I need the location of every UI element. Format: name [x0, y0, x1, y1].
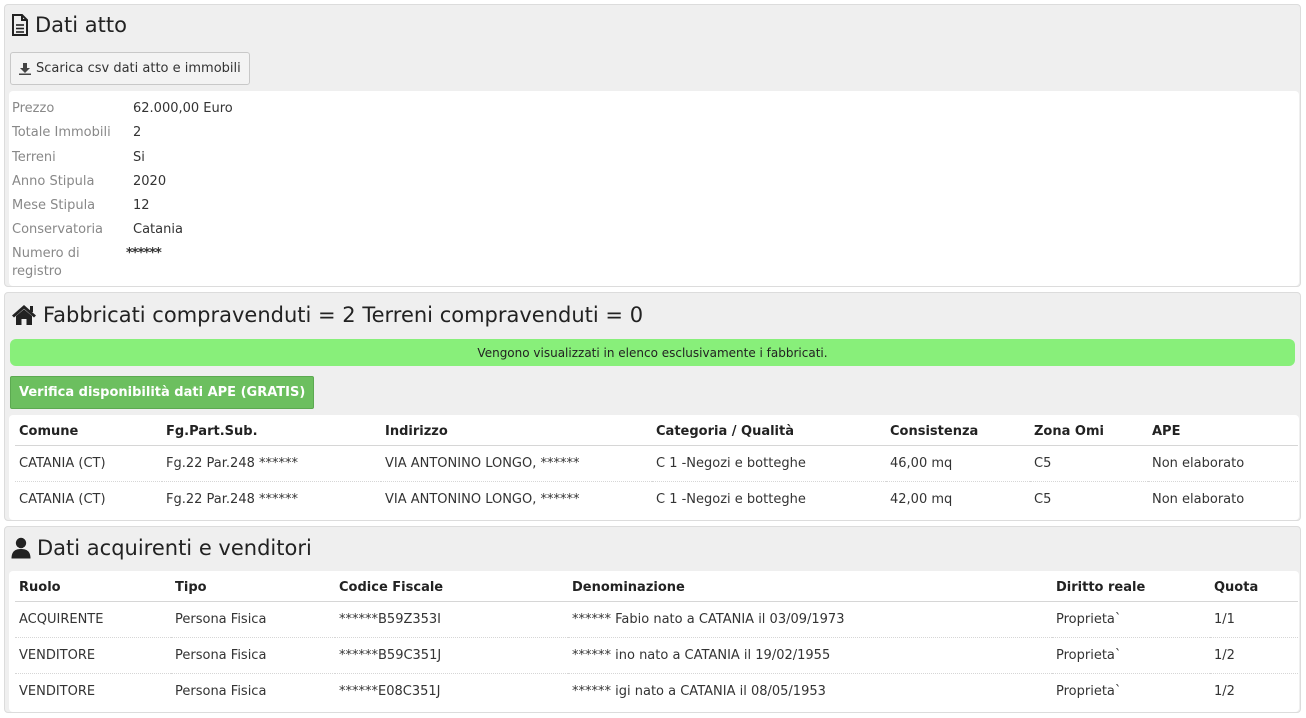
fabbricati-header: Fabbricati compravenduti = 2 Terreni com…: [11, 303, 643, 327]
soggetti-panel: Dati acquirenti e venditori Ruolo Tipo C…: [4, 526, 1301, 713]
cell-indirizzo: VIA ANTONINO LONGO, ******: [385, 491, 580, 507]
cell-indirizzo: VIA ANTONINO LONGO, ******: [381, 445, 652, 482]
field-value: 2020: [133, 174, 167, 189]
cell-diritto-reale: Proprieta`: [1052, 637, 1210, 674]
cell-denominazione: ****** Fabio nato a CATANIA il 03/09/197…: [568, 601, 1052, 638]
cell-codice-fiscale: ******B59C351J: [335, 637, 568, 674]
cell-diritto-reale: Proprieta`: [1056, 683, 1122, 699]
cell-ruolo: VENDITORE: [15, 637, 171, 674]
soggetti-table-container: Ruolo Tipo Codice Fiscale Denominazione …: [9, 571, 1299, 712]
cell-denominazione: ****** igi nato a CATANIA il 08/05/1953: [572, 683, 826, 699]
column-header-denominazione: Denominazione: [568, 575, 1052, 602]
cell-categoria: C 1 -Negozi e botteghe: [656, 491, 806, 507]
cell-ape: Non elaborato: [1152, 491, 1245, 507]
cell-consistenza: 46,00 mq: [886, 445, 1030, 482]
field-label: Totale Immobili: [12, 125, 111, 140]
document-icon: [12, 14, 28, 36]
table-row: ACQUIRENTE Persona Fisica ******B59Z353I…: [15, 601, 1298, 638]
table-row: VENDITORE Persona Fisica ******E08C351J …: [15, 673, 1298, 709]
cell-quota: 1/2: [1210, 637, 1298, 674]
column-header-zona-omi: Zona Omi: [1030, 419, 1148, 446]
dati-atto-panel: Dati atto Scarica csv dati atto e immobi…: [4, 4, 1301, 287]
field-label: Mese Stipula: [12, 198, 96, 213]
dati-atto-body: Prezzo 62.000,00 Euro Totale Immobili 2 …: [9, 91, 1299, 286]
fabbricati-panel: Fabbricati compravenduti = 2 Terreni com…: [4, 292, 1301, 521]
cell-ruolo: VENDITORE: [19, 683, 96, 699]
column-header-categoria: Categoria / Qualità: [652, 419, 886, 446]
cell-fg-part-sub: Fg.22 Par.248 ******: [166, 491, 298, 507]
fabbricati-table: Comune Fg.Part.Sub. Indirizzo Categoria …: [15, 419, 1298, 517]
cell-tipo: Persona Fisica: [175, 683, 267, 699]
cell-ruolo: ACQUIRENTE: [15, 601, 171, 638]
column-header-fg-part-sub: Fg.Part.Sub.: [162, 419, 381, 446]
dati-atto-header: Dati atto: [11, 13, 127, 37]
table-row: CATANIA (CT) Fg.22 Par.248 ****** VIA AN…: [15, 445, 1298, 482]
column-header-codice-fiscale: Codice Fiscale: [335, 575, 568, 602]
cell-zona-omi: C5: [1034, 491, 1052, 507]
home-icon: [12, 305, 36, 325]
dati-atto-title: Dati atto: [35, 13, 127, 37]
field-value: ******: [126, 246, 162, 261]
cell-codice-fiscale: ******E08C351J: [339, 683, 441, 699]
cell-denominazione: ****** ino nato a CATANIA il 19/02/1955: [568, 637, 1052, 674]
download-csv-label: Scarica csv dati atto e immobili: [36, 61, 241, 76]
user-icon: [11, 537, 31, 559]
soggetti-table: Ruolo Tipo Codice Fiscale Denominazione …: [15, 575, 1298, 709]
fabbricati-title: Fabbricati compravenduti = 2 Terreni com…: [43, 303, 644, 327]
cell-quota: 1/1: [1210, 601, 1298, 638]
fabbricati-notice: Vengono visualizzati in elenco esclusiva…: [10, 339, 1295, 366]
table-row: CATANIA (CT) Fg.22 Par.248 ****** VIA AN…: [15, 481, 1298, 517]
table-row: VENDITORE Persona Fisica ******B59C351J …: [15, 637, 1298, 674]
field-label: Prezzo: [12, 101, 55, 116]
field-value: 62.000,00 Euro: [133, 101, 233, 116]
soggetti-title: Dati acquirenti e venditori: [37, 536, 312, 560]
cell-zona-omi: C5: [1030, 445, 1148, 482]
verifica-ape-button[interactable]: Verifica disponibilità dati APE (GRATIS): [10, 376, 315, 409]
column-header-tipo: Tipo: [171, 575, 335, 602]
cell-fg-part-sub: Fg.22 Par.248 ******: [162, 445, 381, 482]
field-label: Numero di registro: [12, 246, 80, 279]
column-header-ape: APE: [1148, 419, 1298, 446]
download-icon: [19, 62, 31, 75]
column-header-quota: Quota: [1210, 575, 1298, 602]
column-header-indirizzo: Indirizzo: [381, 419, 652, 446]
field-value: Si: [133, 150, 145, 165]
table-header-row: Ruolo Tipo Codice Fiscale Denominazione …: [15, 575, 1298, 602]
column-header-diritto-reale: Diritto reale: [1052, 575, 1210, 602]
table-header-row: Comune Fg.Part.Sub. Indirizzo Categoria …: [15, 419, 1298, 446]
cell-ape: Non elaborato: [1148, 445, 1298, 482]
field-label: Anno Stipula: [12, 174, 95, 189]
field-value: 12: [133, 198, 150, 213]
cell-tipo: Persona Fisica: [171, 637, 335, 674]
cell-tipo: Persona Fisica: [171, 601, 335, 638]
column-header-consistenza: Consistenza: [886, 419, 1030, 446]
cell-diritto-reale: Proprieta`: [1052, 601, 1210, 638]
cell-consistenza: 42,00 mq: [890, 491, 953, 507]
field-value: 2: [133, 125, 142, 140]
cell-comune: CATANIA (CT): [19, 491, 106, 507]
field-label: Terreni: [12, 150, 56, 165]
field-label: Conservatoria: [12, 222, 104, 237]
cell-quota: 1/2: [1214, 683, 1235, 699]
cell-codice-fiscale: ******B59Z353I: [335, 601, 568, 638]
column-header-ruolo: Ruolo: [15, 575, 171, 602]
soggetti-header: Dati acquirenti e venditori: [11, 536, 312, 560]
cell-categoria: C 1 -Negozi e botteghe: [652, 445, 886, 482]
fabbricati-table-container: Comune Fg.Part.Sub. Indirizzo Categoria …: [9, 415, 1299, 520]
download-csv-button[interactable]: Scarica csv dati atto e immobili: [10, 52, 250, 85]
field-value: Catania: [133, 222, 183, 237]
cell-comune: CATANIA (CT): [15, 445, 162, 482]
column-header-comune: Comune: [15, 419, 162, 446]
